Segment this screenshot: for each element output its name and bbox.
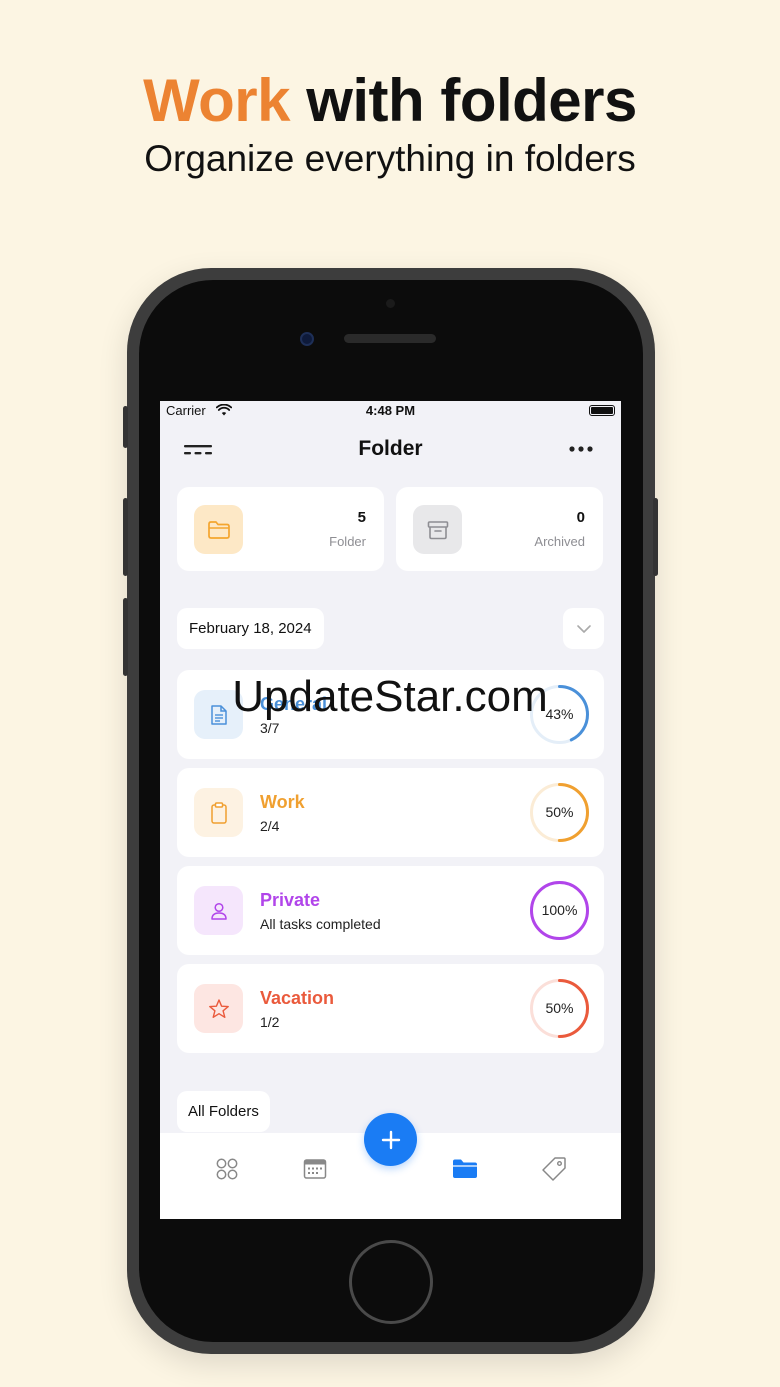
stat-icon-tile bbox=[413, 505, 462, 554]
progress-percent: 100% bbox=[541, 902, 578, 918]
app-screen: Carrier 4:48 PM Folder 5 Folder 0 Archiv… bbox=[160, 401, 621, 1219]
chevron-down-icon bbox=[576, 624, 591, 633]
phone-speaker bbox=[344, 334, 436, 343]
calendar-icon bbox=[303, 1159, 327, 1179]
stat-count: 5 bbox=[357, 509, 366, 526]
folder-card-work[interactable]: Work 2/4 50% bbox=[177, 768, 604, 857]
folder-progress-count: All tasks completed bbox=[260, 916, 381, 932]
progress-ring: 100% bbox=[529, 880, 590, 941]
tab-folders[interactable] bbox=[451, 1155, 479, 1183]
phone-side-button-volume-up bbox=[123, 498, 128, 576]
promo-headline: Work with folders bbox=[0, 66, 780, 135]
all-folders-pill[interactable]: All Folders bbox=[177, 1091, 270, 1132]
stat-icon-tile bbox=[194, 505, 243, 554]
plus-icon bbox=[381, 1130, 400, 1149]
star-icon bbox=[208, 998, 229, 1018]
folder-progress-count: 3/7 bbox=[260, 720, 280, 736]
progress-ring: 50% bbox=[529, 978, 590, 1039]
folder-icon bbox=[207, 520, 230, 539]
stat-card-archived[interactable]: 0 Archived bbox=[396, 487, 603, 571]
phone-proximity-sensor bbox=[386, 299, 395, 308]
archive-box-icon bbox=[427, 520, 448, 539]
battery-icon bbox=[589, 405, 615, 416]
folder-name: Vacation bbox=[260, 988, 335, 1008]
stat-label: Archived bbox=[534, 534, 585, 549]
headline-accent: Work bbox=[143, 67, 291, 134]
phone-home-button[interactable] bbox=[349, 1240, 433, 1324]
stat-card-folder[interactable]: 5 Folder bbox=[177, 487, 384, 571]
folder-progress-count: 1/2 bbox=[260, 1014, 280, 1030]
folder-icon-tile bbox=[194, 788, 243, 837]
phone-side-button-volume-down bbox=[123, 598, 128, 676]
stat-label: Folder bbox=[329, 534, 366, 549]
progress-percent: 50% bbox=[545, 804, 574, 820]
status-bar: Carrier 4:48 PM bbox=[160, 401, 621, 421]
tab-overview[interactable] bbox=[213, 1155, 241, 1183]
clipboard-icon bbox=[210, 801, 227, 824]
clock-label: 4:48 PM bbox=[365, 403, 416, 418]
tag-icon bbox=[542, 1157, 566, 1181]
progress-ring: 50% bbox=[529, 782, 590, 843]
folder-icon-tile bbox=[194, 886, 243, 935]
progress-percent: 50% bbox=[545, 1000, 574, 1016]
phone-side-button-power bbox=[653, 498, 658, 576]
folder-card-vacation[interactable]: Vacation 1/2 50% bbox=[177, 964, 604, 1053]
folder-icon-tile bbox=[194, 984, 243, 1033]
collapse-button[interactable] bbox=[563, 608, 604, 649]
promo-subheadline: Organize everything in folders bbox=[144, 138, 636, 179]
stat-count: 0 bbox=[576, 509, 585, 526]
folder-name: Private bbox=[260, 890, 321, 910]
more-dots-icon[interactable] bbox=[569, 446, 593, 452]
phone-side-button-silent bbox=[123, 406, 128, 448]
folder-progress-count: 2/4 bbox=[260, 818, 280, 834]
add-button[interactable] bbox=[364, 1113, 417, 1166]
tab-tags[interactable] bbox=[540, 1155, 568, 1183]
grid-icon bbox=[216, 1158, 238, 1180]
page-title: Folder bbox=[358, 437, 423, 460]
nav-bar: Folder bbox=[160, 429, 621, 469]
watermark: UpdateStar.com bbox=[232, 672, 548, 721]
folder-card-private[interactable]: Private All tasks completed 100% bbox=[177, 866, 604, 955]
folder-icon bbox=[453, 1159, 477, 1178]
date-filter-pill[interactable]: February 18, 2024 bbox=[177, 608, 324, 649]
headline-rest: with folders bbox=[290, 67, 637, 134]
tab-calendar[interactable] bbox=[301, 1155, 329, 1183]
phone-front-camera bbox=[300, 332, 314, 346]
person-icon bbox=[210, 902, 227, 920]
folder-name: Work bbox=[260, 792, 305, 812]
